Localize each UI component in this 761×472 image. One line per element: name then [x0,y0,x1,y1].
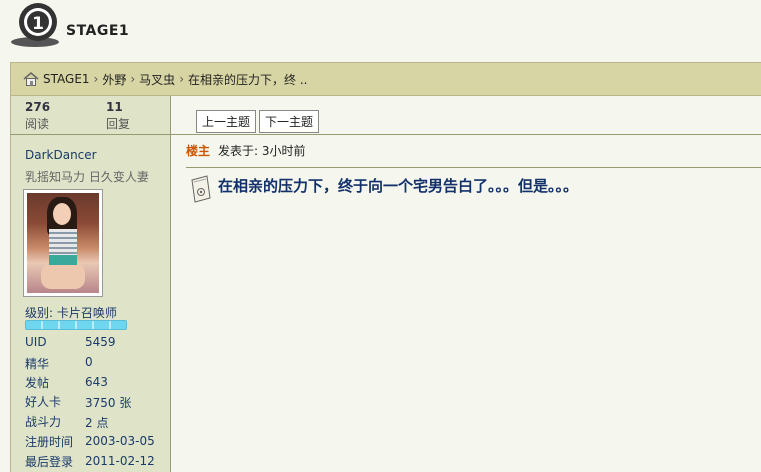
replies-stat: 11 回复 [106,100,130,132]
next-thread-button[interactable]: 下一主题 [259,110,320,133]
content-divider [171,134,761,135]
info-value-lastlogin: 2011-02-12 [85,454,155,468]
views-stat: 276 阅读 [25,100,50,132]
author-title: 乳摇知马力 日久变人妻 [25,170,149,184]
logo-text[interactable]: STAGE1 [66,23,129,39]
avatar[interactable] [23,189,103,297]
stage1-logo-icon[interactable]: 1 [8,0,62,48]
breadcrumb-link-waiye[interactable]: 外野 [102,71,126,88]
post-document-icon [191,175,211,203]
author-username[interactable]: DarkDancer [25,148,97,162]
author-level: 级别: 卡片召唤师 [25,306,117,320]
info-value-power: 2 点 [85,416,109,430]
sidebar-divider [10,134,171,135]
info-value-goodcards: 3750 张 [85,396,132,410]
level-progress-bar [25,320,127,330]
info-label-goodcards: 好人卡 [25,395,62,409]
prev-thread-button[interactable]: 上一主题 [196,110,257,133]
info-value-posts: 643 [85,375,108,389]
breadcrumb-separator: › [93,72,99,86]
info-label-digest: 精华 [25,357,50,371]
breadcrumb-link-machachong[interactable]: 马叉虫 [139,71,175,88]
info-label-uid: UID [25,335,47,349]
info-value-regdate: 2003-03-05 [85,434,155,448]
info-label-lastlogin: 最后登录 [25,455,74,469]
floor-label: 楼主 [186,144,211,158]
svg-text:1: 1 [32,14,44,34]
replies-count: 11 [106,100,123,114]
views-count: 276 [25,100,51,114]
views-label: 阅读 [25,117,50,131]
post-timestamp: 发表于: 3小时前 [218,144,306,158]
info-value-uid: 5459 [85,335,116,349]
breadcrumb-link-stage1[interactable]: STAGE1 [43,72,90,86]
breadcrumb-current-thread: 在相亲的压力下，终 .. [188,72,308,87]
avatar-image [27,193,99,293]
home-icon[interactable] [23,72,39,86]
post-header-divider [186,167,761,168]
breadcrumb-separator: › [130,72,136,86]
info-label-posts: 发帖 [25,376,50,390]
info-label-regdate: 注册时间 [25,435,74,449]
breadcrumb-separator: › [179,72,184,86]
info-label-power: 战斗力 [25,415,62,429]
site-header: 1 STAGE1 [0,0,761,62]
post-title: 在相亲的压力下，终于向一个宅男告白了。。。但是。。。 [218,177,579,195]
info-value-digest: 0 [85,355,93,369]
replies-label: 回复 [106,117,131,131]
breadcrumb: STAGE1 › 外野 › 马叉虫 › 在相亲的压力下，终 .. [10,62,761,96]
